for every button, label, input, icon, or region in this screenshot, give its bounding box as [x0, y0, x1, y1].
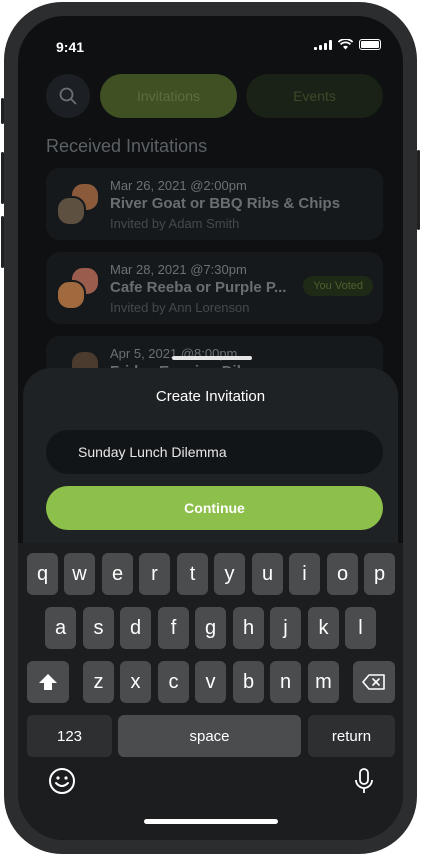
- key-a[interactable]: a: [45, 607, 76, 649]
- key-w[interactable]: w: [64, 553, 95, 595]
- key-c[interactable]: c: [158, 661, 189, 703]
- key-h[interactable]: h: [233, 607, 264, 649]
- tab-invitations[interactable]: Invitations: [100, 74, 237, 118]
- key-e[interactable]: e: [102, 553, 133, 595]
- key-t[interactable]: t: [177, 553, 208, 595]
- keyboard: q w e r t y u i o p a s d f g h j k l z: [18, 543, 403, 840]
- shift-key[interactable]: [27, 661, 69, 703]
- mute-switch: [1, 98, 4, 124]
- key-u[interactable]: u: [252, 553, 283, 595]
- volume-down-button: [1, 216, 4, 268]
- key-l[interactable]: l: [345, 607, 376, 649]
- key-r[interactable]: r: [139, 553, 170, 595]
- key-s[interactable]: s: [83, 607, 114, 649]
- key-o[interactable]: o: [327, 553, 358, 595]
- status-time: 9:41: [56, 39, 85, 55]
- signal-icon: [314, 39, 332, 50]
- backspace-icon: [362, 674, 385, 690]
- key-j[interactable]: j: [270, 607, 301, 649]
- invitation-date: Mar 28, 2021 @7:30pm: [110, 262, 247, 277]
- key-g[interactable]: g: [195, 607, 226, 649]
- avatar: [56, 280, 86, 310]
- key-p[interactable]: p: [364, 553, 395, 595]
- avatar-group: [56, 182, 100, 226]
- tab-events[interactable]: Events: [246, 74, 383, 118]
- voted-badge: You Voted: [303, 276, 373, 296]
- emoji-icon[interactable]: [48, 767, 76, 795]
- sheet-grabber[interactable]: [172, 356, 252, 360]
- invitation-title: River Goat or BBQ Ribs & Chips: [110, 195, 341, 212]
- status-bar: 9:41: [18, 36, 403, 56]
- sheet-title: Create Invitation: [155, 388, 266, 405]
- return-key[interactable]: return: [308, 715, 395, 757]
- key-i[interactable]: i: [289, 553, 320, 595]
- microphone-icon[interactable]: [354, 767, 374, 795]
- continue-button[interactable]: Continue: [46, 486, 383, 530]
- key-y[interactable]: y: [214, 553, 245, 595]
- delete-key[interactable]: [353, 661, 395, 703]
- invitation-card[interactable]: Mar 28, 2021 @7:30pm Cafe Reeba or Purpl…: [46, 252, 383, 324]
- space-key[interactable]: space: [118, 715, 301, 757]
- key-f[interactable]: f: [158, 607, 189, 649]
- shift-icon: [39, 674, 57, 690]
- key-k[interactable]: k: [308, 607, 339, 649]
- key-x[interactable]: x: [120, 661, 151, 703]
- key-q[interactable]: q: [27, 553, 58, 595]
- section-title: Received Invitations: [46, 136, 208, 156]
- key-v[interactable]: v: [195, 661, 226, 703]
- volume-up-button: [1, 152, 4, 204]
- home-indicator[interactable]: [144, 819, 278, 824]
- avatar-group: [56, 266, 100, 310]
- invitation-date: Mar 26, 2021 @2:00pm: [110, 178, 247, 193]
- phone-frame: 9:41 Invitations Events Received Invitat…: [1, 2, 420, 854]
- power-button: [417, 150, 420, 230]
- search-icon: [59, 87, 77, 105]
- numbers-key[interactable]: 123: [27, 715, 112, 757]
- screen: 9:41 Invitations Events Received Invitat…: [18, 16, 403, 840]
- key-m[interactable]: m: [308, 661, 339, 703]
- key-b[interactable]: b: [233, 661, 264, 703]
- wifi-icon: [338, 39, 353, 50]
- invitation-title: Cafe Reeba or Purple P...: [110, 279, 287, 296]
- key-n[interactable]: n: [270, 661, 301, 703]
- invitation-sender: Invited by Ann Lorenson: [110, 300, 250, 315]
- key-d[interactable]: d: [120, 607, 151, 649]
- invitation-sender: Invited by Adam Smith: [110, 216, 240, 231]
- status-icons: [314, 39, 381, 50]
- invitation-name-input[interactable]: Sunday Lunch Dilemma: [46, 430, 383, 474]
- battery-icon: [359, 39, 381, 50]
- invitation-card[interactable]: Mar 26, 2021 @2:00pm River Goat or BBQ R…: [46, 168, 383, 240]
- key-z[interactable]: z: [83, 661, 114, 703]
- avatar: [56, 196, 86, 226]
- search-button[interactable]: [46, 74, 90, 118]
